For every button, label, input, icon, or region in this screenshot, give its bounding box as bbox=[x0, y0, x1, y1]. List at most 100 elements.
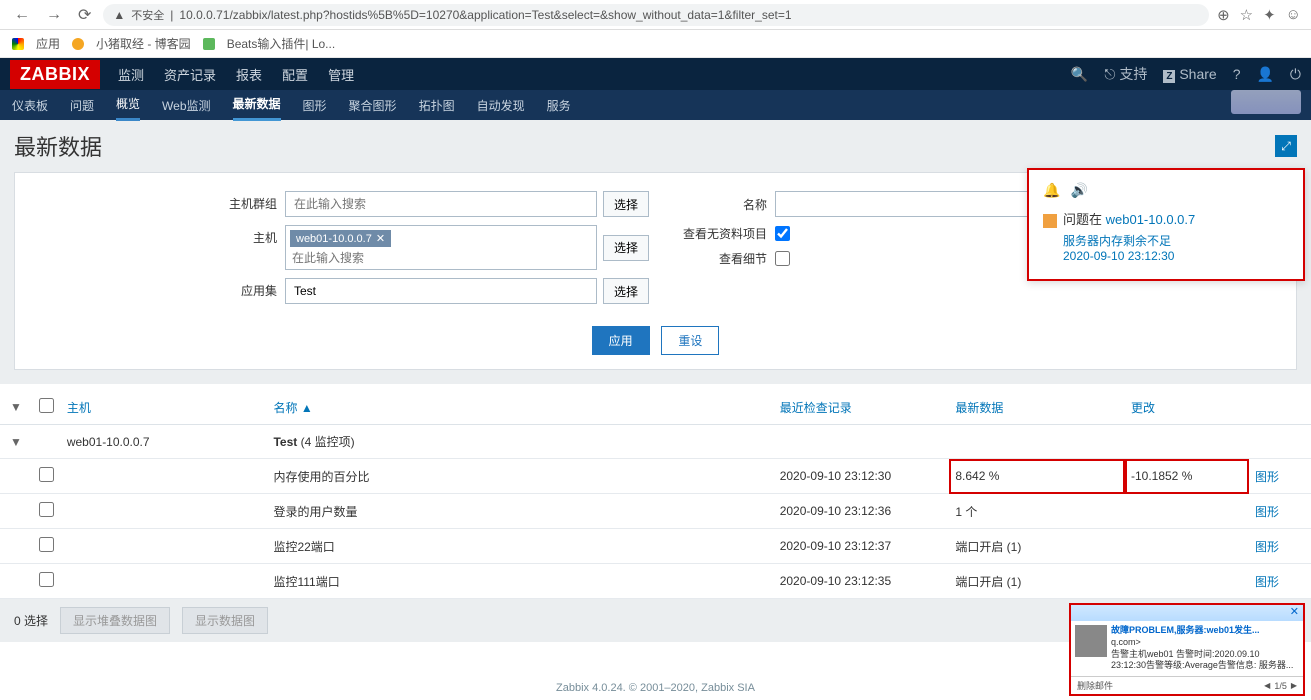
graph-link[interactable]: 图形 bbox=[1255, 575, 1279, 589]
row-checkbox[interactable] bbox=[39, 502, 54, 517]
warning-icon: ▲ bbox=[113, 8, 125, 22]
reset-button[interactable]: 重设 bbox=[661, 326, 719, 355]
item-data: 1 个 bbox=[949, 494, 1125, 529]
apps-label[interactable]: 应用 bbox=[36, 35, 60, 52]
sound-icon[interactable]: 🔊 bbox=[1070, 182, 1087, 199]
show-details-label: 查看细节 bbox=[655, 250, 775, 267]
col-change[interactable]: 更改 bbox=[1125, 390, 1249, 425]
item-data: 8.642 % bbox=[949, 459, 1125, 494]
email-body-2: 23:12:30告警等级:Average告警信息: 服务器... bbox=[1111, 660, 1293, 672]
name-label: 名称 bbox=[655, 196, 775, 213]
support-link[interactable]: ⎋ 支持 bbox=[1104, 64, 1147, 84]
col-host[interactable]: 主机 bbox=[61, 390, 268, 425]
forward-button[interactable]: → bbox=[42, 6, 66, 24]
host-tag-remove[interactable]: ✕ bbox=[376, 232, 385, 245]
graph-link[interactable]: 图形 bbox=[1255, 470, 1279, 484]
apps-icon[interactable] bbox=[12, 38, 24, 50]
profile-icon[interactable]: ☺ bbox=[1286, 6, 1301, 24]
item-row: 内存使用的百分比 2020-09-10 23:12:30 8.642 % -10… bbox=[0, 459, 1311, 494]
row-checkbox[interactable] bbox=[39, 537, 54, 552]
item-data: 端口开启 (1) bbox=[949, 529, 1125, 564]
menu-admin[interactable]: 管理 bbox=[328, 65, 354, 84]
page-header: 最新数据 ⤢ bbox=[0, 120, 1311, 172]
email-next-icon[interactable]: ▶ bbox=[1291, 681, 1297, 690]
notif-host-link[interactable]: web01-10.0.0.7 bbox=[1106, 212, 1196, 227]
bookmark-2[interactable]: Beats输入插件| Lo... bbox=[227, 35, 336, 52]
item-change: -10.1852 % bbox=[1125, 459, 1249, 494]
show-no-data-checkbox[interactable] bbox=[775, 226, 790, 241]
host-select-button[interactable]: 选择 bbox=[603, 235, 649, 261]
subnav-dashboard[interactable]: 仪表板 bbox=[12, 91, 48, 120]
subnav-discovery[interactable]: 自动发现 bbox=[477, 91, 525, 120]
apply-button[interactable]: 应用 bbox=[592, 326, 650, 355]
select-all-checkbox[interactable] bbox=[39, 398, 54, 413]
address-bar[interactable]: ▲ 不安全 | 10.0.0.71/zabbix/latest.php?host… bbox=[103, 4, 1209, 26]
subnav-graphs[interactable]: 图形 bbox=[303, 91, 327, 120]
logout-icon[interactable]: ⏻ bbox=[1290, 66, 1301, 83]
share-link[interactable]: Z Share bbox=[1163, 66, 1216, 82]
translate-icon[interactable]: ⊕ bbox=[1217, 6, 1230, 24]
latest-data-table: ▼ 主机 名称 ▲ 最近检查记录 最新数据 更改 ▼ web01-10.0.0.… bbox=[0, 390, 1311, 599]
subnav-problems[interactable]: 问题 bbox=[70, 91, 94, 120]
email-from: q.com> bbox=[1111, 637, 1293, 649]
email-prev-icon[interactable]: ◀ bbox=[1264, 681, 1270, 690]
main-menu: 监测 资产记录 报表 配置 管理 bbox=[118, 65, 354, 84]
menu-reports[interactable]: 报表 bbox=[236, 65, 262, 84]
menu-config[interactable]: 配置 bbox=[282, 65, 308, 84]
collapse-icon[interactable]: ▼ bbox=[6, 435, 26, 449]
col-name[interactable]: 名称 ▲ bbox=[267, 390, 773, 425]
stacked-graph-button: 显示堆叠数据图 bbox=[60, 607, 170, 634]
item-name: 内存使用的百分比 bbox=[267, 459, 773, 494]
item-row: 登录的用户数量 2020-09-10 23:12:36 1 个 图形 bbox=[0, 494, 1311, 529]
star-icon[interactable]: ☆ bbox=[1240, 6, 1253, 24]
user-icon[interactable]: 👤 bbox=[1256, 66, 1273, 83]
hostgroup-input[interactable] bbox=[285, 191, 597, 217]
app-input[interactable] bbox=[285, 278, 597, 304]
email-close-icon[interactable]: ✕ bbox=[1290, 605, 1299, 618]
help-icon[interactable]: ? bbox=[1233, 66, 1241, 82]
reload-button[interactable]: ⟳ bbox=[74, 5, 95, 25]
zabbix-sia-link[interactable]: Zabbix SIA bbox=[701, 682, 755, 694]
subnav-services[interactable]: 服务 bbox=[547, 91, 571, 120]
host-input[interactable] bbox=[288, 249, 594, 267]
search-icon[interactable]: 🔍 bbox=[1071, 66, 1088, 83]
email-page: 1/5 bbox=[1274, 681, 1287, 691]
row-checkbox[interactable] bbox=[39, 467, 54, 482]
subnav-maps[interactable]: 拓扑图 bbox=[419, 91, 455, 120]
bell-icon[interactable]: 🔔 bbox=[1043, 182, 1060, 199]
bookmark-1[interactable]: 小猪取经 - 博客园 bbox=[96, 35, 191, 52]
email-notification: ✕ 故障PROBLEM,服务器:web01发生... q.com> 告警主机we… bbox=[1069, 603, 1305, 696]
subnav-latest[interactable]: 最新数据 bbox=[233, 89, 281, 121]
hostgroup-select-button[interactable]: 选择 bbox=[603, 191, 649, 217]
item-row: 监控22端口 2020-09-10 23:12:37 端口开启 (1) 图形 bbox=[0, 529, 1311, 564]
email-subject[interactable]: 故障PROBLEM,服务器:web01发生... bbox=[1111, 625, 1293, 637]
logo[interactable]: ZABBIX bbox=[10, 60, 100, 89]
subnav-overview[interactable]: 概览 bbox=[116, 89, 140, 121]
back-button[interactable]: ← bbox=[10, 6, 34, 24]
col-last-data[interactable]: 最新数据 bbox=[949, 390, 1125, 425]
page-title: 最新数据 bbox=[14, 130, 102, 162]
graph-link[interactable]: 图形 bbox=[1255, 505, 1279, 519]
host-tag: web01-10.0.0.7 ✕ bbox=[290, 230, 391, 247]
item-change bbox=[1125, 494, 1249, 529]
extensions-icon[interactable]: ✦ bbox=[1263, 6, 1276, 24]
graph-link[interactable]: 图形 bbox=[1255, 540, 1279, 554]
host-group-row: ▼ web01-10.0.0.7 Test (4 监控项) bbox=[0, 425, 1311, 459]
row-checkbox[interactable] bbox=[39, 572, 54, 587]
item-check: 2020-09-10 23:12:37 bbox=[774, 529, 950, 564]
notif-message[interactable]: 服务器内存剩余不足 bbox=[1063, 232, 1289, 249]
menu-inventory[interactable]: 资产记录 bbox=[164, 65, 216, 84]
menu-monitoring[interactable]: 监测 bbox=[118, 65, 144, 84]
email-delete[interactable]: 删除邮件 bbox=[1077, 679, 1113, 692]
expand-all-icon[interactable]: ▼ bbox=[6, 400, 26, 414]
subnav-web[interactable]: Web监测 bbox=[162, 91, 210, 120]
app-select-button[interactable]: 选择 bbox=[603, 278, 649, 304]
fullscreen-button[interactable]: ⤢ bbox=[1275, 135, 1297, 157]
item-check: 2020-09-10 23:12:30 bbox=[774, 459, 950, 494]
notif-time[interactable]: 2020-09-10 23:12:30 bbox=[1063, 249, 1289, 263]
host-input-wrap[interactable]: web01-10.0.0.7 ✕ bbox=[285, 225, 597, 270]
bookmark-icon-1 bbox=[72, 38, 84, 50]
subnav-screens[interactable]: 聚合图形 bbox=[349, 91, 397, 120]
col-last-check[interactable]: 最近检查记录 bbox=[774, 390, 950, 425]
show-details-checkbox[interactable] bbox=[775, 251, 790, 266]
